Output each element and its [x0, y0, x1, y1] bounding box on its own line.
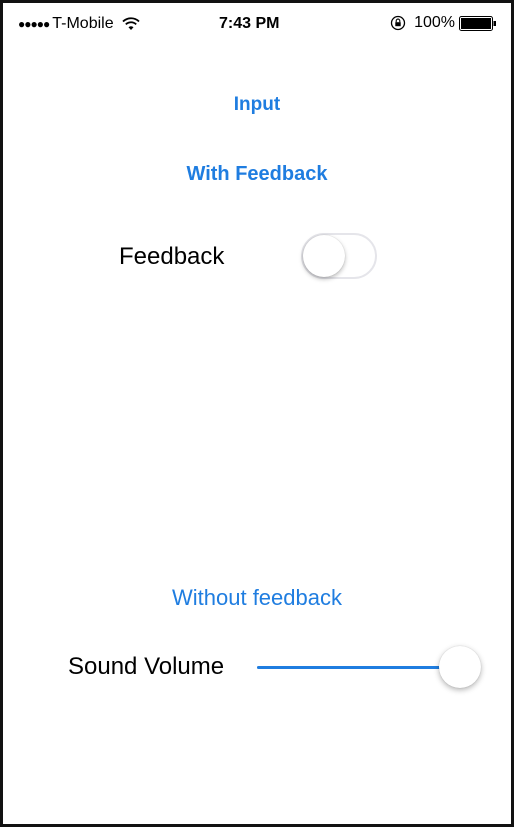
- toggle-knob: [303, 235, 345, 277]
- battery-icon: [459, 15, 496, 31]
- sound-volume-label: Sound Volume: [68, 653, 225, 680]
- slider-fill: [257, 666, 460, 669]
- status-right: 100%: [390, 14, 497, 32]
- wifi-icon: [121, 17, 140, 30]
- feedback-label: Feedback: [119, 243, 225, 270]
- sound-volume-slider[interactable]: [257, 645, 481, 689]
- status-left: ●●●●● T-Mobile: [18, 15, 140, 33]
- status-time: 7:43 PM: [219, 15, 280, 32]
- page-title: Input: [233, 94, 281, 115]
- phone-screen: ●●●●● T-Mobile 7:43 PM 100% Input With F…: [0, 0, 514, 827]
- section-title-without-feedback: Without feedback: [172, 585, 342, 610]
- feedback-toggle[interactable]: [301, 233, 377, 279]
- section-title-with-feedback: With Feedback: [186, 163, 328, 185]
- status-bar: ●●●●● T-Mobile 7:43 PM 100%: [3, 3, 511, 47]
- carrier-name: T-Mobile: [52, 15, 114, 32]
- signal-strength-icon: ●●●●●: [18, 17, 50, 31]
- battery-percentage: 100%: [414, 14, 455, 31]
- orientation-lock-icon: [390, 15, 406, 31]
- slider-thumb[interactable]: [439, 646, 481, 688]
